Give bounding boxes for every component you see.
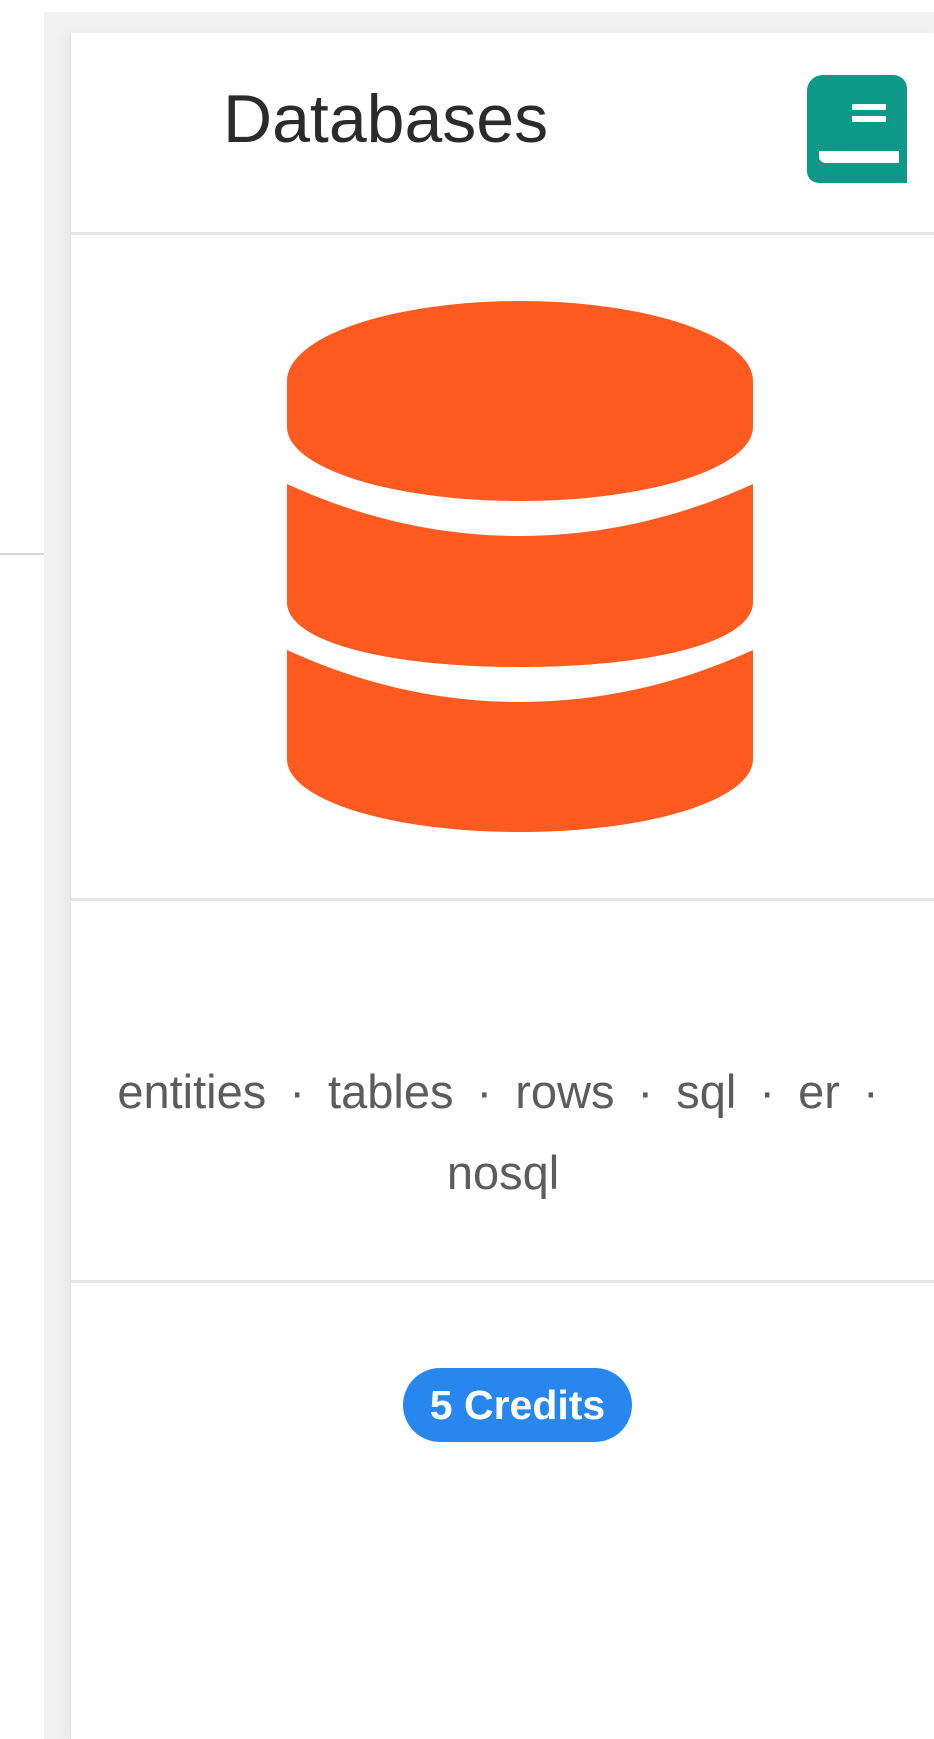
database-icon <box>287 301 753 832</box>
card-title: Databases <box>223 81 549 157</box>
card-header: Databases <box>71 33 934 235</box>
card-footer: 5 Credits <box>71 1283 934 1739</box>
tag-separator: · <box>863 1065 879 1118</box>
card-image-section <box>71 235 934 901</box>
tag-item: er <box>798 1065 840 1118</box>
tag-item: nosql <box>446 1146 560 1199</box>
tag-separator: · <box>289 1065 305 1118</box>
left-divider-line <box>0 553 44 555</box>
tag-item: sql <box>676 1065 737 1118</box>
tag-item: rows <box>515 1065 615 1118</box>
tag-item: entities <box>117 1065 267 1118</box>
book-button[interactable] <box>807 75 907 183</box>
course-card: Databases entities · tables · rows · sql… <box>70 33 934 1739</box>
tag-separator: · <box>637 1065 654 1118</box>
tag-separator: · <box>476 1065 493 1118</box>
book-icon <box>807 75 907 183</box>
tag-separator: · <box>759 1065 776 1118</box>
page: Databases entities · tables · rows · sql… <box>0 0 934 1739</box>
tag-list: entities · tables · rows · sql · er · no… <box>101 1051 905 1213</box>
credits-badge: 5 Credits <box>403 1368 632 1442</box>
card-tags-section: entities · tables · rows · sql · er · no… <box>71 901 934 1283</box>
tag-item: tables <box>328 1065 454 1118</box>
